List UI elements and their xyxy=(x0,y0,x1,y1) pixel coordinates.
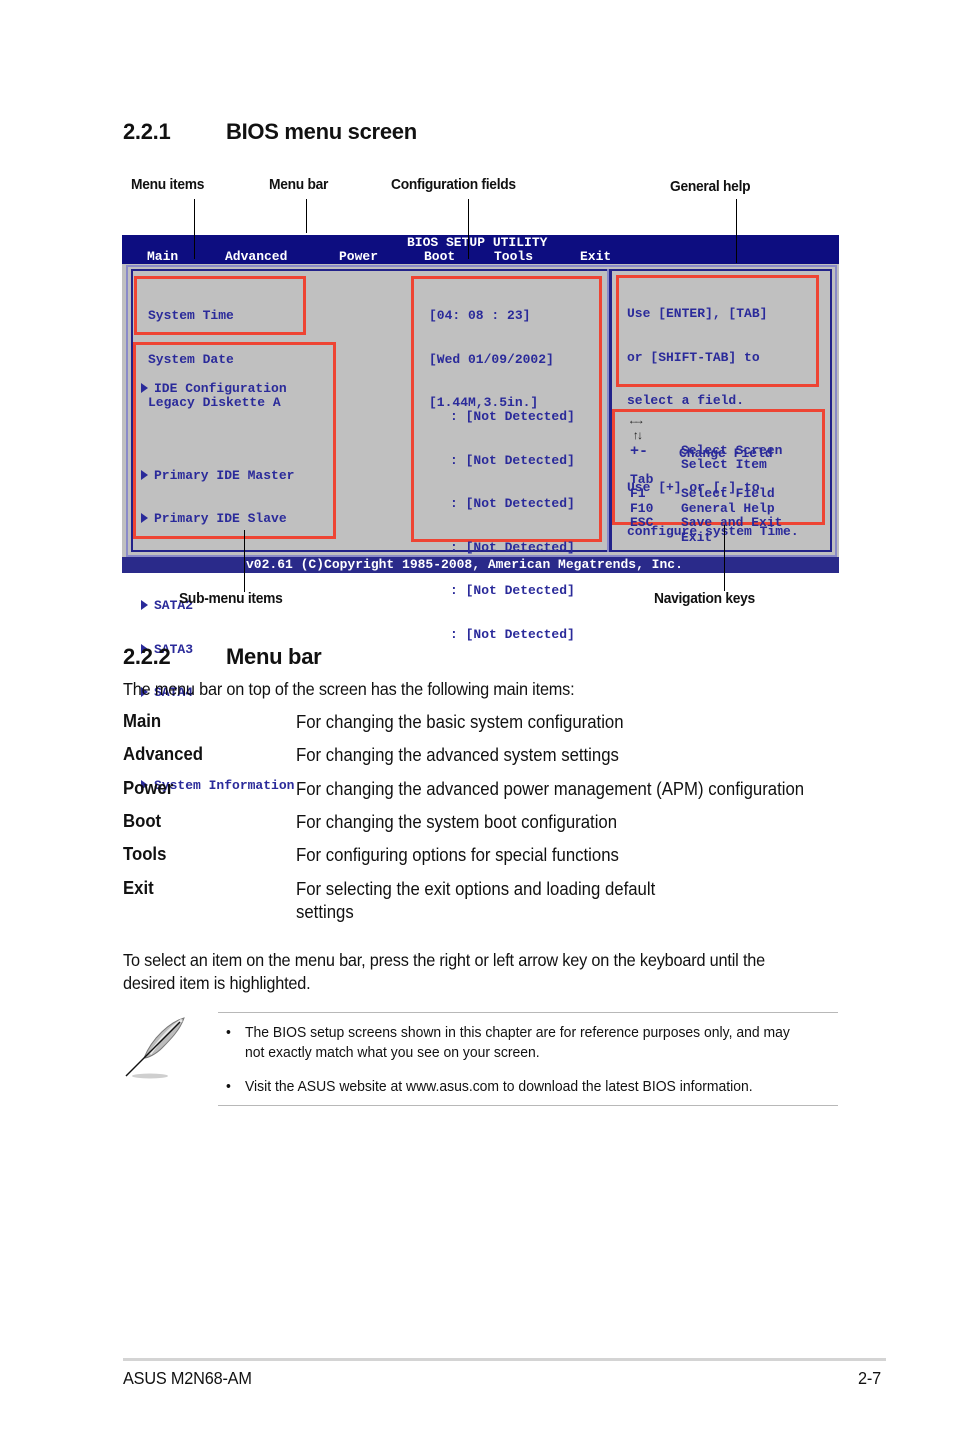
nav-row: ←→ Select Screen xyxy=(630,414,782,458)
footer-page-number: 2-7 xyxy=(858,1368,881,1388)
footer-product-name: ASUS M2N68-AM xyxy=(123,1368,252,1388)
definition-term: Boot xyxy=(123,811,162,831)
leader-line-general-help xyxy=(736,199,737,263)
config-system-date-value[interactable]: [Wed 01/09/2002] xyxy=(429,352,554,368)
section-heading-menu-bar: 2.2.2 Menu bar xyxy=(123,644,523,672)
leader-line-sub-menu-items xyxy=(244,530,245,592)
nav-action: Select Field xyxy=(681,486,775,501)
submenu-arrow-icon xyxy=(141,513,148,523)
callout-configuration-fields: Configuration fields xyxy=(391,176,516,193)
bios-screen: BIOS SETUP UTILITY Main Advanced Power B… xyxy=(122,235,839,792)
bios-tab-main[interactable]: Main xyxy=(147,249,178,265)
nav-row: ESC Exit xyxy=(630,502,712,544)
section-number: 2.2.2 xyxy=(123,644,171,669)
bios-copyright: v02.61 (C)Copyright 1985-2008, American … xyxy=(246,557,683,572)
note-bottom-rule xyxy=(218,1105,838,1106)
submenu-value: : [Not Detected] xyxy=(450,409,575,424)
definition-term: Tools xyxy=(123,844,167,864)
definition-desc: For changing the basic system configurat… xyxy=(296,712,624,732)
definition-term: Power xyxy=(123,778,174,798)
submenu-arrow-icon xyxy=(141,600,148,610)
bios-tab-tools[interactable]: Tools xyxy=(494,249,533,265)
note-bullet-char: • xyxy=(226,1078,231,1095)
nav-row: F1 General Help xyxy=(630,473,775,515)
note-bullet-1-line2: not exactly match what you see on your s… xyxy=(245,1044,540,1061)
leader-line-navigation-keys xyxy=(724,525,725,591)
note-top-rule xyxy=(218,1012,838,1013)
help-line: or [SHIFT-TAB] to xyxy=(627,349,760,365)
nav-key: ESC xyxy=(630,515,654,530)
callout-menu-bar: Menu bar xyxy=(269,176,329,193)
section-title: BIOS menu screen xyxy=(226,119,417,144)
bios-tab-boot[interactable]: Boot xyxy=(424,249,455,265)
submenu-values: : [Not Detected] : [Not Detected] : [Not… xyxy=(450,381,575,671)
bios-tab-advanced[interactable]: Advanced xyxy=(225,249,287,265)
help-line: Use [ENTER], [TAB] xyxy=(627,306,768,321)
nav-action: General Help xyxy=(681,500,775,516)
submenu-ide-configuration[interactable]: IDE Configuration xyxy=(141,381,294,397)
definition-desc: For selecting the exit options and loadi… xyxy=(296,879,656,899)
callout-sub-menu-items: Sub-menu items xyxy=(179,590,283,607)
menu-bar-outro-line1: To select an item on the menu bar, press… xyxy=(123,950,766,970)
up-down-arrows-icon: ↑↓ xyxy=(632,429,644,443)
bios-footer-bar: v02.61 (C)Copyright 1985-2008, American … xyxy=(122,557,839,573)
footer-rule xyxy=(123,1358,886,1361)
definition-term: Main xyxy=(123,711,162,731)
nav-row: F10 Save and Exit xyxy=(630,487,782,530)
nav-row: +- Change Field xyxy=(630,444,773,460)
navigation-keys-list: ←→ Select Screen ↑↓ Select Item +- Chang… xyxy=(630,414,782,544)
callout-menu-items: Menu items xyxy=(131,176,205,193)
menu-bar-intro: The menu bar on top of the screen has th… xyxy=(123,679,575,699)
note-bullet-2-line1: Visit the ASUS website at www.asus.com t… xyxy=(245,1078,753,1095)
nav-action: Save and Exit xyxy=(681,515,783,530)
config-system-time-value[interactable]: [04: 08 : 23] xyxy=(429,308,554,324)
note-bullet-1-line1: The BIOS setup screens shown in this cha… xyxy=(245,1024,790,1041)
bios-tab-power[interactable]: Power xyxy=(339,249,378,265)
feather-pen-icon xyxy=(122,1014,192,1084)
bios-menu-bar: BIOS SETUP UTILITY Main Advanced Power B… xyxy=(122,235,839,264)
definition-desc: For changing the advanced system setting… xyxy=(296,745,619,765)
section-number: 2.2.1 xyxy=(123,119,171,144)
submenu-arrow-icon xyxy=(141,469,148,480)
definition-desc: For configuring options for special func… xyxy=(296,845,619,865)
note-bullet-char: • xyxy=(226,1024,231,1041)
definition-desc-cont: settings xyxy=(296,902,354,922)
submenu-value: : [Not Detected] xyxy=(450,539,575,555)
submenu-arrow-icon xyxy=(141,383,148,393)
submenu-primary-ide-master[interactable]: Primary IDE Master xyxy=(141,468,294,484)
leader-line-menu-bar xyxy=(306,199,307,233)
section-title: Menu bar xyxy=(226,644,322,669)
help-line: select a field. xyxy=(627,393,745,408)
definition-term: Advanced xyxy=(123,744,204,764)
submenu-primary-ide-slave[interactable]: Primary IDE Slave xyxy=(141,511,294,527)
submenu-value: : [Not Detected] xyxy=(450,452,575,468)
section-heading-bios-menu-screen: 2.2.1 BIOS menu screen xyxy=(123,119,523,147)
callout-general-help: General help xyxy=(670,178,751,195)
submenu-value: : [Not Detected] xyxy=(450,583,575,598)
nav-action: Exit xyxy=(681,529,713,545)
callout-navigation-keys: Navigation keys xyxy=(654,590,755,607)
definition-desc: For changing the advanced power manageme… xyxy=(296,779,805,799)
definition-desc: For changing the system boot configurati… xyxy=(296,812,618,832)
leader-line-menu-items xyxy=(194,199,195,259)
submenu-value: : [Not Detected] xyxy=(450,496,575,511)
menu-item-system-time[interactable]: System Time xyxy=(148,308,281,324)
bios-tab-exit[interactable]: Exit xyxy=(580,249,611,265)
leader-line-configuration-fields xyxy=(468,199,469,259)
nav-row: Tab Select Field xyxy=(630,458,775,501)
definition-term: Exit xyxy=(123,878,154,898)
submenu-value: : [Not Detected] xyxy=(450,626,575,642)
left-right-arrows-icon: ←→ xyxy=(630,414,642,428)
menu-bar-outro-line2: desired item is highlighted. xyxy=(123,973,311,993)
nav-action: Change Field xyxy=(679,446,773,461)
